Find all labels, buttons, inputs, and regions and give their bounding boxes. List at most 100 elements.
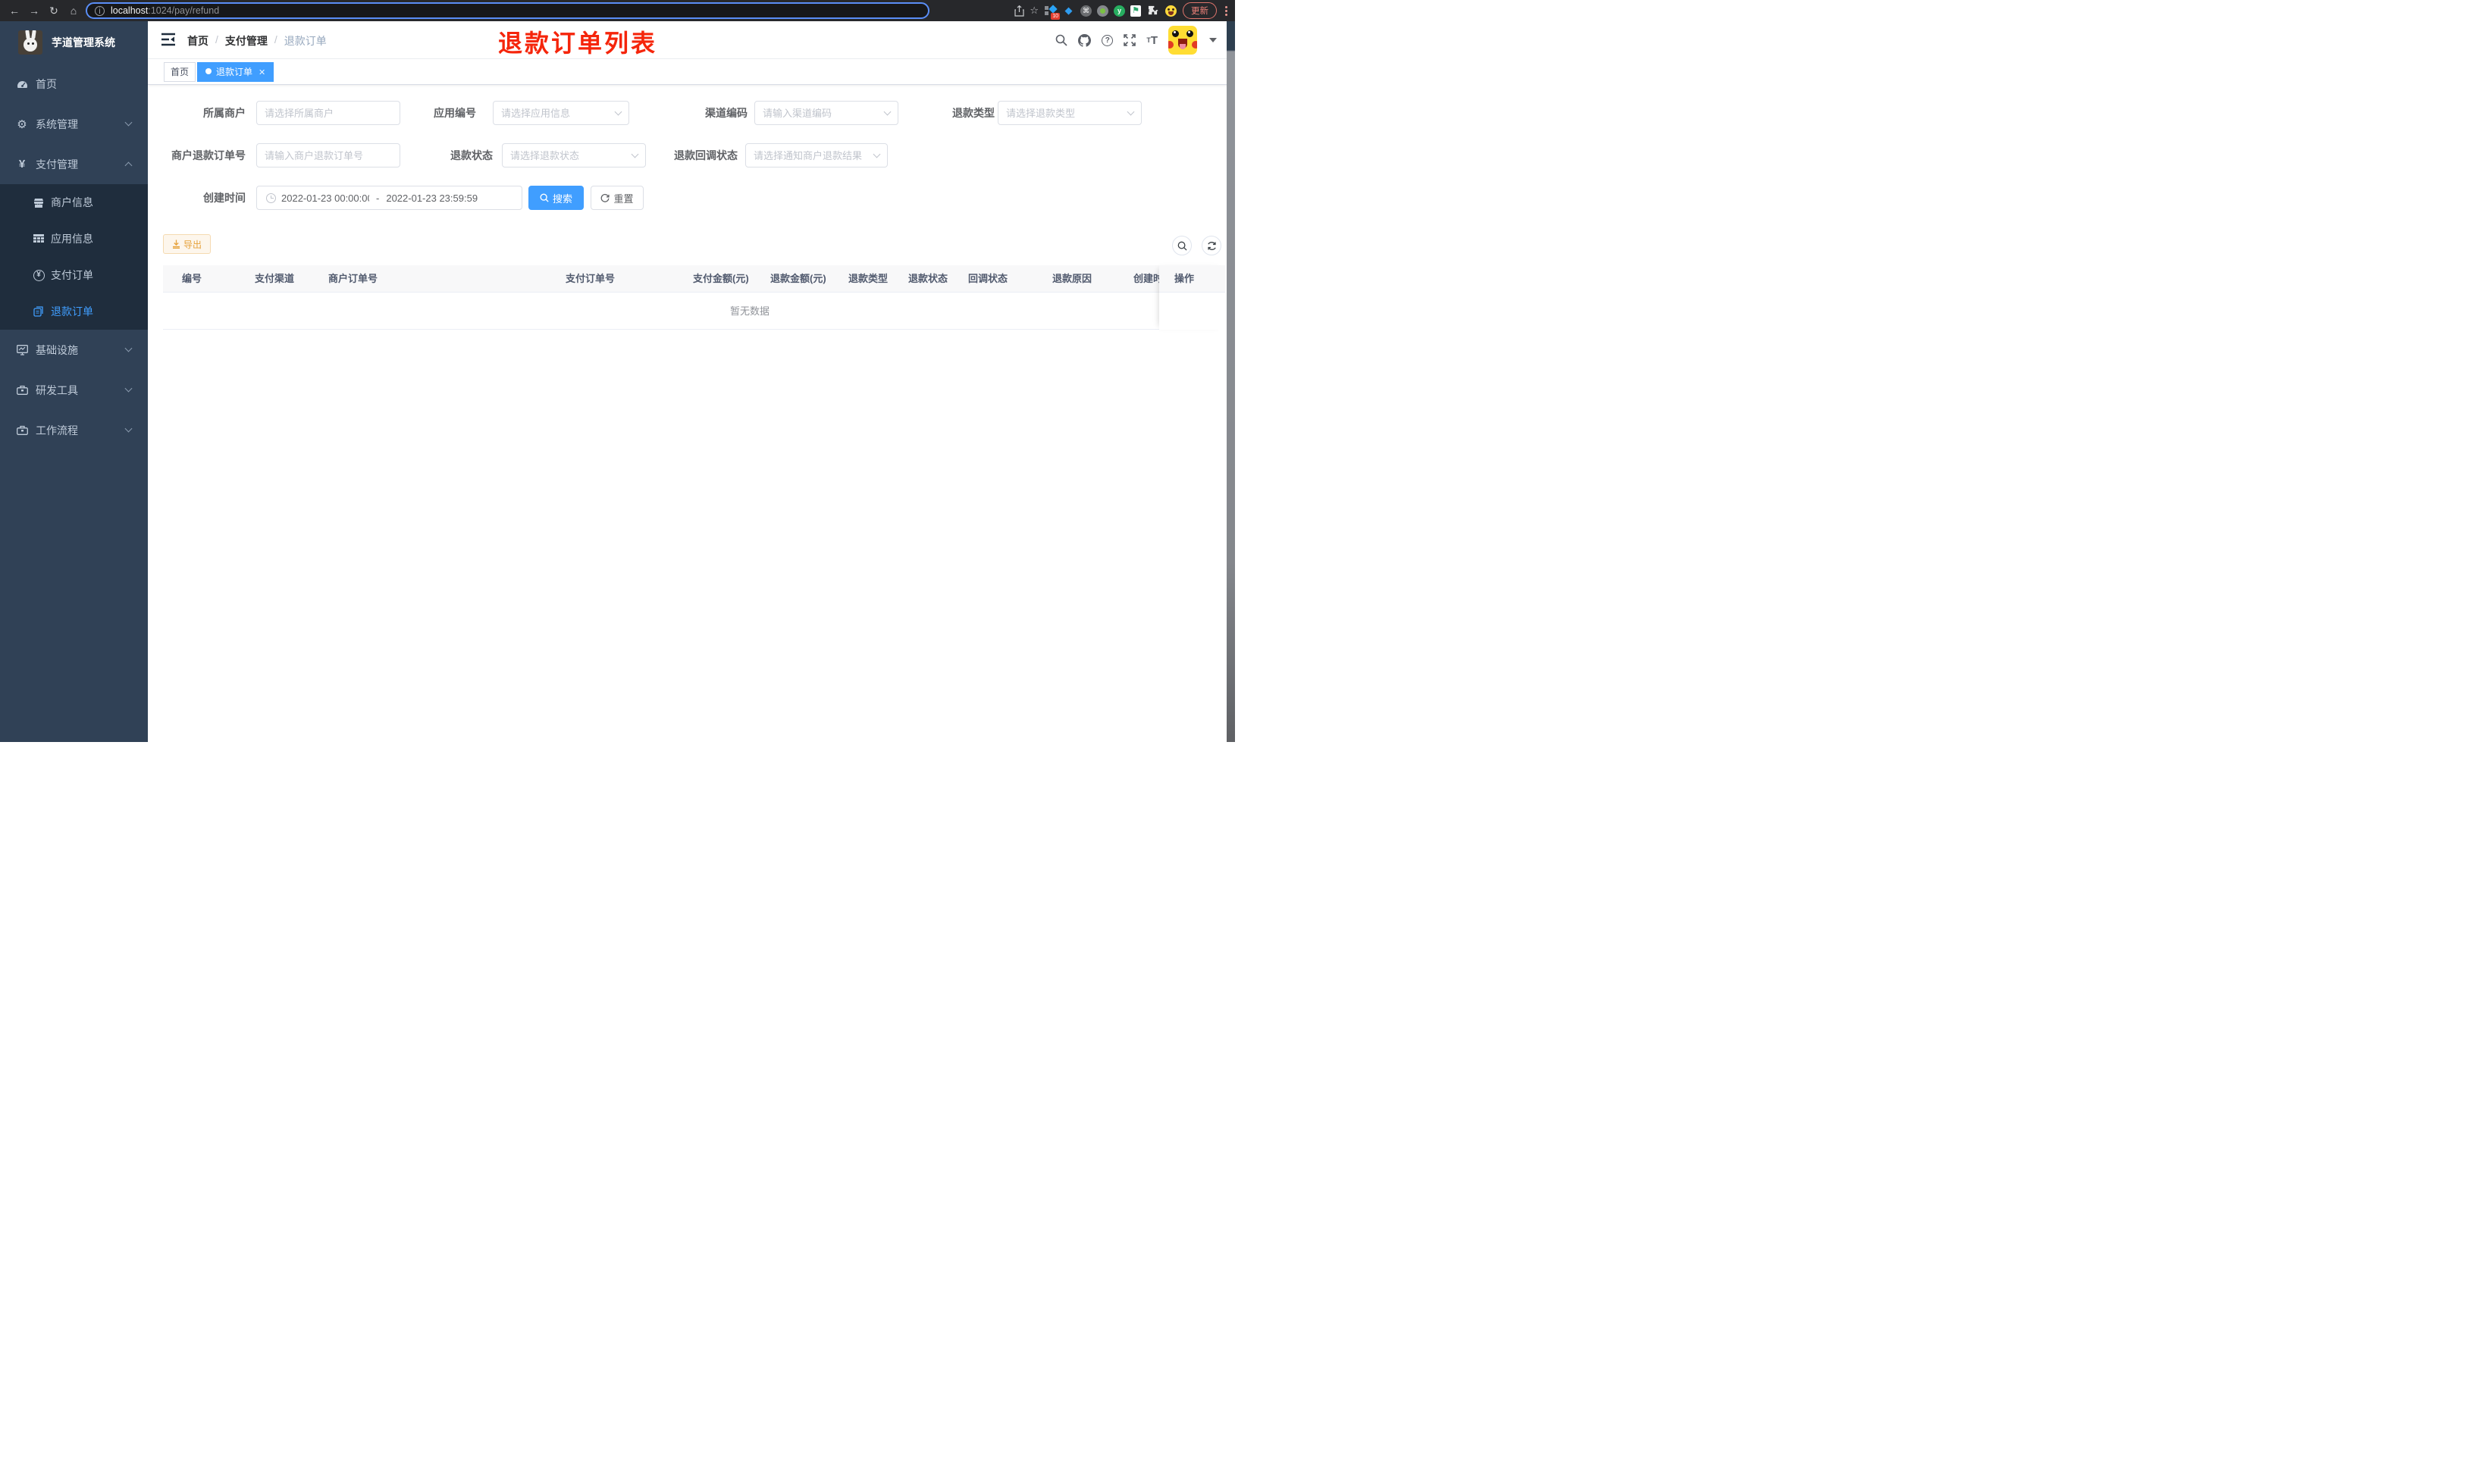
chevron-down-icon — [124, 384, 133, 393]
col-refund-status: 退款状态 — [908, 273, 948, 284]
extension-command-icon[interactable]: ⌘ — [1080, 5, 1092, 17]
home-icon[interactable]: ⌂ — [64, 0, 83, 21]
help-icon[interactable]: ? — [1102, 34, 1114, 46]
chevron-up-icon — [124, 161, 133, 170]
sidebar-item-system[interactable]: ⚙ 系统管理 — [0, 104, 148, 144]
tag-home[interactable]: 首页 — [164, 62, 196, 82]
bookmark-star-icon[interactable]: ☆ — [1030, 0, 1039, 21]
address-bar[interactable]: i localhost:1024/pay/refund — [86, 2, 929, 19]
breadcrumb-current: 退款订单 — [284, 35, 327, 47]
col-pay-order-no: 支付订单号 — [566, 273, 616, 284]
logo-avatar — [18, 30, 42, 55]
browser-toolbar: ← → ↻ ⌂ i localhost:1024/pay/refund ☆ 10… — [0, 0, 1235, 21]
sidebar-item-merchant-info[interactable]: 商户信息 — [0, 184, 148, 221]
user-avatar[interactable] — [1168, 26, 1197, 55]
sidebar-item-label: 系统管理 — [36, 117, 78, 130]
refund-status-input[interactable] — [510, 149, 632, 161]
date-separator: - — [376, 192, 380, 204]
refresh-table-button[interactable] — [1202, 236, 1221, 255]
filter-label-app: 应用编号 — [434, 107, 476, 119]
col-actions: 操作 — [1159, 265, 1225, 293]
chevron-down-icon — [124, 424, 133, 433]
extension-recorder-icon[interactable] — [1097, 5, 1108, 17]
clock-icon — [266, 193, 276, 203]
refund-type-select[interactable] — [998, 101, 1142, 125]
app-title: 芋道管理系统 — [52, 36, 115, 49]
filter-label-refund-type: 退款类型 — [952, 107, 995, 119]
export-button[interactable]: 导出 — [163, 234, 212, 254]
sidebar-item-pay-order[interactable]: ¥ 支付订单 — [0, 257, 148, 293]
refund-status-select[interactable] — [502, 143, 646, 167]
app-select[interactable] — [493, 101, 629, 125]
site-info-icon[interactable]: i — [95, 5, 105, 16]
tags-view: 首页 退款订单 ✕ — [148, 59, 1235, 85]
sidebar-item-home[interactable]: 首页 — [0, 64, 148, 104]
close-icon[interactable]: ✕ — [259, 68, 265, 77]
caret-down-icon[interactable] — [1209, 38, 1217, 42]
screen: ← → ↻ ⌂ i localhost:1024/pay/refund ☆ 10… — [0, 0, 1235, 742]
share-icon[interactable] — [1014, 5, 1024, 17]
back-icon[interactable]: ← — [5, 0, 24, 21]
reset-button[interactable]: 重置 — [591, 186, 644, 210]
notify-status-select[interactable] — [745, 143, 888, 167]
reload-icon[interactable]: ↻ — [44, 0, 64, 21]
sidebar-item-refund-order[interactable]: 退款订单 — [0, 293, 148, 330]
briefcase-icon — [15, 425, 29, 435]
channel-select[interactable] — [754, 101, 898, 125]
merchant-input[interactable] — [265, 107, 392, 119]
date-range-picker[interactable]: 2022-01-23 00:00:00 - 2022-01-23 23:59:5… — [256, 186, 522, 210]
chevron-down-icon — [883, 108, 892, 116]
toggle-search-button[interactable] — [1172, 236, 1192, 255]
fullscreen-icon[interactable] — [1124, 34, 1136, 46]
sidebar-item-workflow[interactable]: 工作流程 — [0, 410, 148, 450]
refund-type-input[interactable] — [1006, 107, 1128, 119]
extension-emoji-icon[interactable] — [1164, 5, 1177, 17]
yen-icon: ¥ — [18, 158, 26, 171]
col-pay-amount: 支付金额(元) — [693, 273, 749, 284]
forward-icon[interactable]: → — [24, 0, 44, 21]
extensions-puzzle-icon[interactable] — [1146, 5, 1159, 17]
chevron-down-icon — [1127, 108, 1135, 116]
download-icon — [173, 240, 180, 249]
breadcrumb-pay[interactable]: 支付管理 — [225, 33, 268, 49]
breadcrumb-home[interactable]: 首页 — [187, 33, 208, 49]
notify-status-input[interactable] — [754, 149, 874, 161]
tag-refund-order[interactable]: 退款订单 ✕ — [197, 62, 274, 82]
sidebar-item-dev-tools[interactable]: 研发工具 — [0, 370, 148, 410]
shop-icon — [32, 198, 45, 208]
extension-tabs-icon[interactable]: 10 — [1044, 4, 1060, 20]
sidebar-item-app-info[interactable]: 应用信息 — [0, 221, 148, 257]
github-icon[interactable] — [1078, 33, 1092, 47]
sidebar-item-pay[interactable]: ¥ 支付管理 — [0, 144, 148, 184]
extension-y-icon[interactable]: y — [1114, 5, 1125, 17]
sidebar-toggle-icon[interactable] — [161, 33, 176, 48]
merchant-refund-no-input[interactable] — [265, 149, 392, 161]
toolbox-icon — [15, 385, 29, 395]
pay-submenu: 商户信息 应用信息 ¥ 支付订单 退款订单 — [0, 184, 148, 330]
url-host: localhost — [111, 5, 149, 16]
sidebar-item-infra[interactable]: 基础设施 — [0, 330, 148, 370]
chevron-down-icon — [124, 118, 133, 127]
app-input[interactable] — [501, 107, 616, 119]
app-logo[interactable]: 芋道管理系统 — [0, 21, 148, 64]
merchant-refund-no-field[interactable] — [256, 143, 400, 167]
sidebar-item-label: 应用信息 — [51, 233, 93, 245]
channel-input[interactable] — [763, 107, 885, 119]
search-icon[interactable] — [1055, 34, 1067, 46]
search-icon — [540, 193, 549, 202]
merchant-select[interactable] — [256, 101, 400, 125]
gear-icon: ⚙ — [17, 117, 27, 131]
date-start[interactable]: 2022-01-23 00:00:00 — [281, 193, 369, 204]
extension-gem-icon[interactable]: ◆ — [1062, 5, 1075, 17]
active-dot — [205, 68, 212, 74]
font-size-icon[interactable]: TT — [1146, 34, 1158, 47]
col-refund-amount: 退款金额(元) — [770, 273, 826, 284]
browser-menu-icon[interactable] — [1222, 5, 1230, 16]
search-button[interactable]: 搜索 — [528, 186, 584, 210]
update-button[interactable]: 更新 — [1183, 2, 1217, 19]
extension-flag-icon[interactable]: ⚑ — [1130, 5, 1141, 17]
date-end[interactable]: 2022-01-23 23:59:59 — [386, 193, 512, 204]
window-edge-scrollbar[interactable] — [1227, 21, 1235, 742]
sidebar-item-label: 商户信息 — [51, 196, 93, 208]
sidebar-item-label: 基础设施 — [36, 343, 78, 356]
